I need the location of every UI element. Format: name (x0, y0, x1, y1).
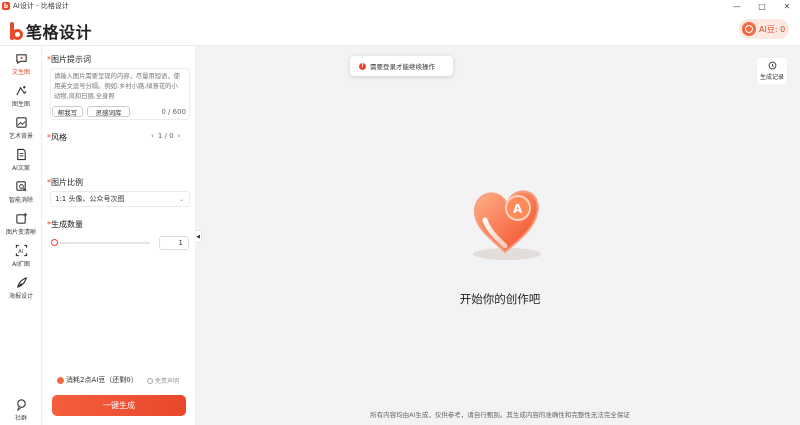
history-clock-icon (768, 61, 776, 70)
help-write-button[interactable]: 帮我写 (52, 106, 83, 117)
consume-info: 消耗2点AI豆（还剩0） (57, 375, 138, 385)
slider-thumb[interactable] (51, 239, 58, 246)
history-button[interactable]: 生成记录 (757, 58, 787, 84)
nav-item-text-to-image[interactable]: 文生图 (0, 52, 42, 82)
prompt-section-label: *图片提示词 (47, 55, 91, 64)
ai-bean-icon (742, 22, 756, 36)
minimize-button[interactable]: — (725, 0, 749, 12)
inspiration-button[interactable]: 灵感词库 (87, 106, 130, 117)
chevron-left-icon[interactable]: ‹ (151, 132, 154, 140)
close-button[interactable]: ✕ (775, 0, 799, 12)
brand-mark-icon (10, 22, 23, 40)
smart-erase-icon (15, 181, 27, 192)
alert-icon: ! (359, 62, 366, 70)
nav-item-image-enhance[interactable]: 图片变清晰 (0, 212, 42, 242)
image-edit-icon (15, 86, 27, 96)
nav-item-image-to-image[interactable]: 图生图 (0, 84, 42, 114)
ratio-value: 1:1 头像、公众号次图 (55, 195, 125, 203)
login-toast: ! 需要登录才能继续操作 (350, 56, 453, 76)
count-section-label: *生成数量 (47, 220, 83, 229)
info-icon (147, 377, 153, 384)
maximize-button[interactable]: □ (750, 0, 774, 12)
app-logo-icon: b (2, 2, 10, 10)
ai-bean-label: AI豆: 0 (759, 24, 786, 34)
nav-item-ai-copy[interactable]: AI文案 (0, 148, 42, 178)
toast-text: 需要登录才能继续操作 (370, 63, 435, 71)
chevron-down-icon: ⌄ (178, 196, 184, 203)
image-enhance-icon (15, 212, 27, 224)
history-label: 生成记录 (759, 74, 784, 81)
art-background-icon (15, 117, 27, 128)
nav-item-poster-design[interactable]: 海报设计 (0, 276, 42, 306)
window-title: AI设计 - 比格设计 (13, 2, 69, 10)
brand-name: 笔格设计 (26, 23, 93, 42)
generate-button[interactable]: 一键生成 (52, 395, 186, 416)
left-nav: 文生图 图生图 艺术背景 AI文案 智能消除 图片变清晰 AI AI扩图 海报设 (0, 46, 42, 425)
char-count: 0 / 600 (161, 108, 186, 116)
ratio-select[interactable]: 1:1 头像、公众号次图 ⌄ (50, 191, 190, 207)
svg-text:AI: AI (18, 249, 23, 255)
document-ai-icon (16, 148, 26, 161)
prompt-input[interactable] (54, 72, 184, 104)
empty-state-illustration: A (473, 190, 541, 260)
image-expand-icon: AI (15, 244, 27, 257)
caret-left-icon: ◀ (196, 233, 200, 240)
nav-item-art-background[interactable]: 艺术背景 (0, 116, 42, 146)
collapse-panel-button[interactable]: ◀ (195, 230, 202, 243)
brand-logo[interactable]: 笔格设计 (10, 19, 92, 43)
style-pager: ‹ 1 / 0 › (149, 132, 182, 140)
title-bar: b AI设计 - 比格设计 — □ ✕ (0, 0, 800, 12)
count-slider[interactable] (51, 239, 150, 246)
count-input[interactable]: 1 (159, 236, 189, 250)
ratio-section-label: *图片比例 (47, 178, 83, 187)
ai-bean-balance[interactable]: AI豆: 0 (739, 19, 789, 39)
app-window: b AI设计 - 比格设计 — □ ✕ 笔格设计 AI豆: 0 文生图 图生图 … (0, 0, 800, 425)
chat-bubble-icon (15, 54, 27, 65)
empty-state-title: 开始你的创作吧 (459, 292, 541, 306)
disclaimer-link[interactable]: 免责声明 (147, 376, 179, 385)
svg-text:A: A (513, 202, 523, 216)
footer-note: 所有内容均由AI生成，仅供参考，请自行甄别。其生成内容的准确性和完整性无法完全保… (370, 411, 630, 419)
nav-item-community[interactable]: 社群 (0, 398, 42, 425)
chevron-right-icon[interactable]: › (178, 132, 181, 140)
style-page-count: 1 / 0 (157, 132, 174, 140)
consume-text: 消耗2点AI豆（还剩0） (66, 376, 138, 384)
style-section-label: *风格 (47, 133, 67, 142)
pen-icon (16, 276, 27, 289)
community-icon (16, 399, 26, 411)
nav-item-smart-erase[interactable]: 智能消除 (0, 180, 42, 210)
nav-item-ai-expand[interactable]: AI AI扩图 (0, 244, 42, 274)
settings-panel: *图片提示词 帮我写 灵感词库 0 / 600 *风格 ‹ 1 / 0 › *图… (42, 46, 195, 425)
app-header: 笔格设计 (0, 12, 800, 46)
bean-cost-icon (57, 376, 64, 384)
